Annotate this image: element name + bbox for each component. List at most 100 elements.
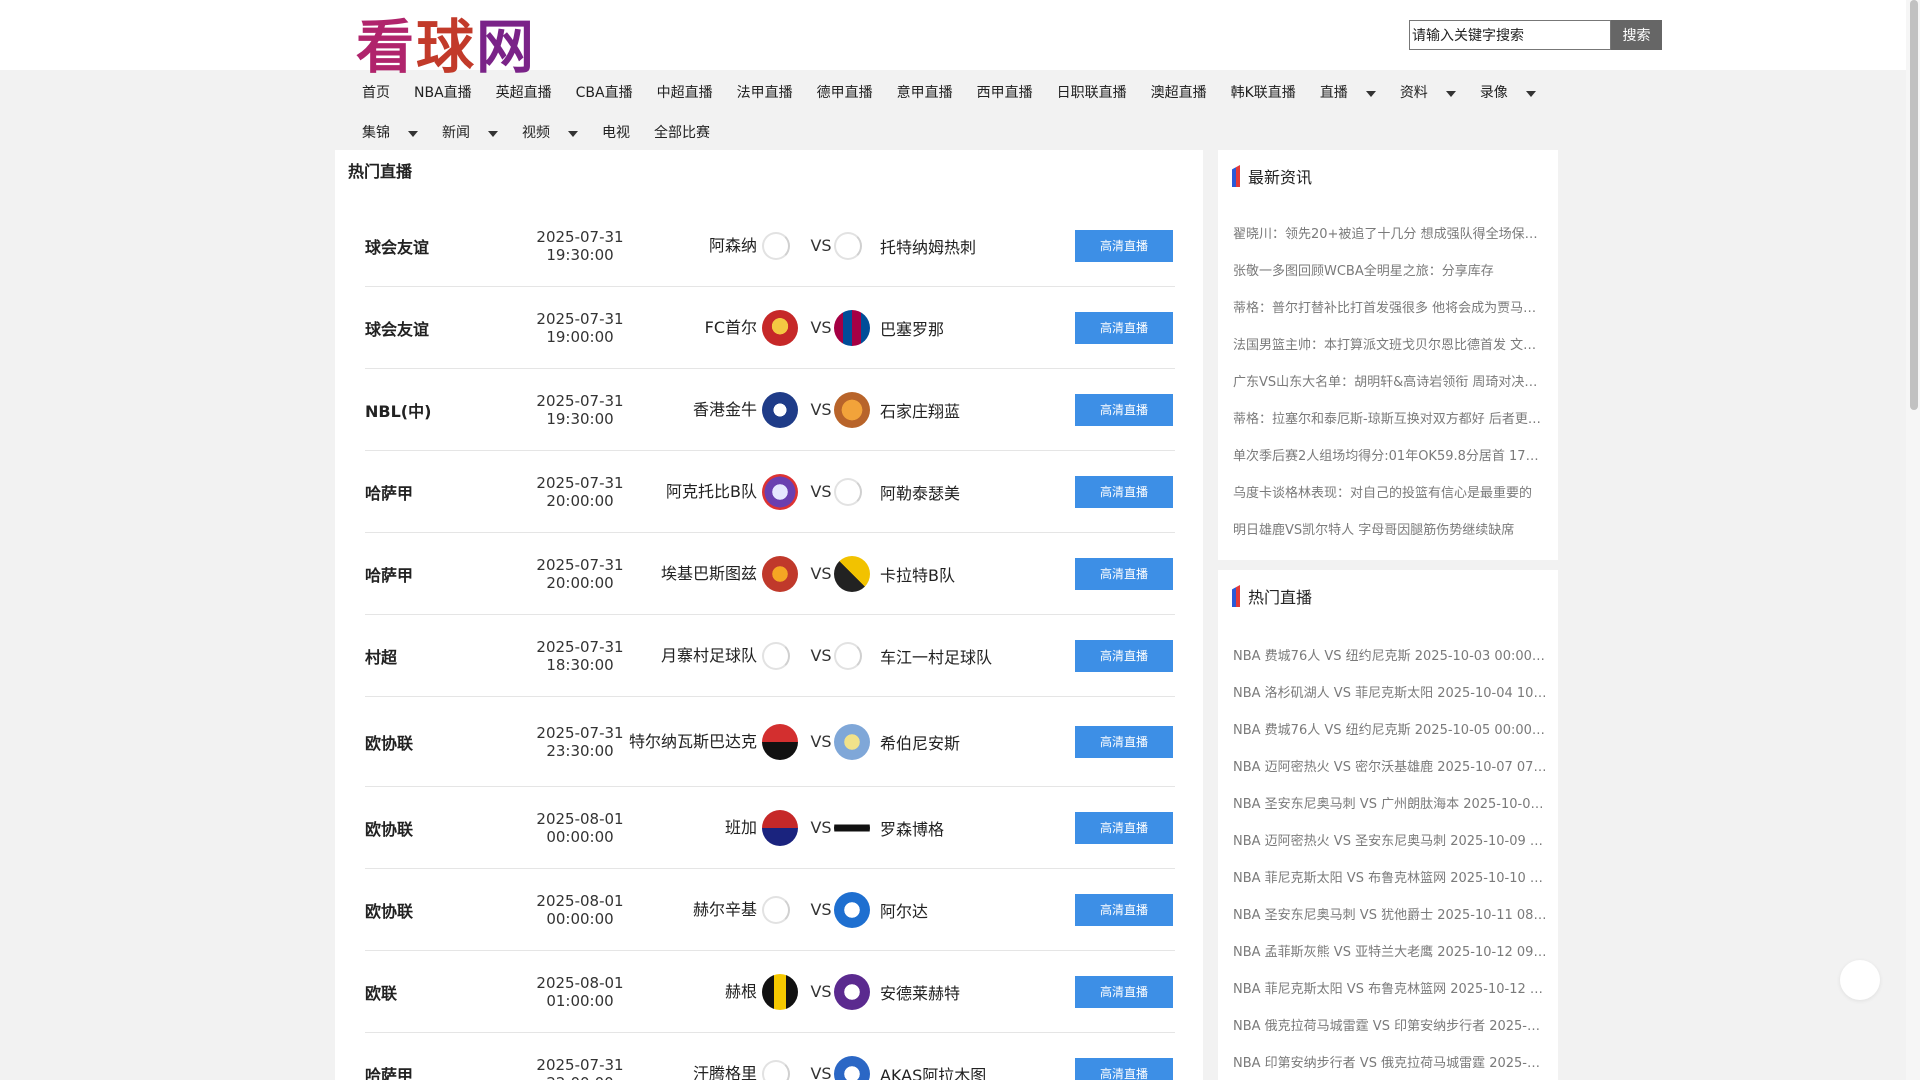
home-team[interactable]: 赫尔辛基: [627, 869, 757, 950]
vs-label: VS: [810, 318, 832, 337]
caret-down-icon: [488, 130, 498, 137]
match-clock: 01:00:00: [546, 991, 614, 1010]
match-clock: 23:30:00: [546, 741, 614, 760]
nav-item[interactable]: 直播: [1308, 82, 1388, 102]
search-button[interactable]: 搜索: [1611, 20, 1662, 50]
nav-item-label: 集锦: [362, 125, 390, 141]
nav-item[interactable]: 法甲直播: [725, 82, 805, 102]
site-logo[interactable]: 看球网: [356, 14, 546, 80]
nav-item[interactable]: 电视: [590, 122, 642, 142]
caret-down-icon: [1525, 90, 1536, 97]
nav-item[interactable]: 日职联直播: [1045, 82, 1139, 102]
side-list-link[interactable]: NBA 菲尼克斯太阳 VS 布鲁克林篮网 2025-10-10 21:00:00: [1233, 860, 1548, 897]
match-time: 2025-08-01 01:00:00: [525, 951, 635, 1032]
hd-live-button[interactable]: 高清直播: [1075, 229, 1173, 262]
side-list-link[interactable]: NBA 俄克拉荷马城雷霆 VS 印第安纳步行者 2025-10-13 08:00…: [1233, 1008, 1548, 1045]
page-scrollbar[interactable]: [1906, 0, 1920, 1080]
home-team[interactable]: FC首尔: [627, 287, 757, 368]
hd-live-button[interactable]: 高清直播: [1075, 639, 1173, 672]
side-list-link[interactable]: NBA 迈阿密热火 VS 圣安东尼奥马刺 2025-10-09 08:00:00: [1233, 823, 1548, 860]
away-team-crest-icon: [834, 723, 870, 760]
search-input[interactable]: [1409, 20, 1611, 50]
side-list-link[interactable]: 法国男篮主帅：本打算派文班戈贝尔恩比德首发 文班却拒绝了: [1233, 327, 1548, 364]
away-team[interactable]: 卡拉特B队: [880, 533, 955, 614]
side-list-link[interactable]: NBA 费城76人 VS 纽约尼克斯 2025-10-05 00:00:00: [1233, 712, 1548, 749]
home-team-crest-icon: [762, 895, 790, 924]
hd-live-button[interactable]: 高清直播: [1075, 557, 1173, 590]
away-team[interactable]: AKAS阿拉木图: [880, 1033, 986, 1080]
nav-item[interactable]: 新闻: [430, 122, 510, 142]
hd-live-button[interactable]: 高清直播: [1075, 1057, 1173, 1080]
home-team[interactable]: 埃基巴斯图兹: [627, 533, 757, 614]
away-team[interactable]: 希伯尼安斯: [880, 697, 960, 786]
side-list-link[interactable]: NBA 迈阿密热火 VS 密尔沃基雄鹿 2025-10-07 07:30:00: [1233, 749, 1548, 786]
nav-item[interactable]: 韩K联直播: [1219, 82, 1308, 102]
side-list-link[interactable]: 广东VS山东大名单：胡明轩&高诗岩领衔 周琦对决陶汉林: [1233, 364, 1548, 401]
nav-item[interactable]: 中超直播: [645, 82, 725, 102]
nav-item-label: 韩K联直播: [1230, 85, 1296, 101]
away-team[interactable]: 安德莱赫特: [880, 951, 960, 1032]
side-list-link[interactable]: 翟晓川：领先20+被追了十几分 想成强队得全场保持专注: [1233, 216, 1548, 253]
nav-item[interactable]: 西甲直播: [965, 82, 1045, 102]
home-team[interactable]: 班加: [627, 787, 757, 868]
away-team[interactable]: 阿勒泰瑟美: [880, 451, 960, 532]
side-list-link[interactable]: 单次季后赛2人组场均得分:01年OK59.8分居首 17杜库第二: [1233, 438, 1548, 475]
away-team[interactable]: 阿尔达: [880, 869, 928, 950]
home-team-crest-icon: [762, 1059, 790, 1080]
side-list-link[interactable]: NBA 费城76人 VS 纽约尼克斯 2025-10-03 00:00:00: [1233, 638, 1548, 675]
side-list-link[interactable]: 蒂格：拉塞尔和泰厄斯-琼斯互换对双方都好 后者更适合快船: [1233, 401, 1548, 438]
side-list-link[interactable]: 乌度卡谈格林表现：对自己的投篮有信心是最重要的: [1233, 475, 1548, 512]
hd-live-button[interactable]: 高清直播: [1075, 893, 1173, 926]
side-list-link[interactable]: NBA 菲尼克斯太阳 VS 布鲁克林篮网 2025-10-12 21:00:00: [1233, 971, 1548, 1008]
side-list-link[interactable]: NBA 圣安东尼奥马刺 VS 犹他爵士 2025-10-11 08:00:00: [1233, 897, 1548, 934]
nav-item[interactable]: 全部比赛: [642, 122, 722, 142]
league-name: 欧协联: [365, 901, 414, 921]
nav-item[interactable]: 资料: [1388, 82, 1468, 102]
home-team[interactable]: 香港金牛: [627, 369, 757, 450]
nav-item[interactable]: 录像: [1468, 82, 1548, 102]
vs-label: VS: [810, 236, 832, 255]
nav-item[interactable]: NBA直播: [402, 82, 484, 102]
home-team-crest-icon: [762, 641, 790, 670]
hd-live-button[interactable]: 高清直播: [1075, 975, 1173, 1008]
side-list-link[interactable]: 蒂格：普尔打替补比打首发强很多 他将会成为贾马尔的替身: [1233, 290, 1548, 327]
side-list-link[interactable]: NBA 圣安东尼奥马刺 VS 广州朗肽海本 2025-10-07 11:30:0…: [1233, 786, 1548, 823]
match-time: 2025-07-31 23:30:00: [525, 697, 635, 786]
nav-row-2: 集锦 新闻 视频 电视 全部比赛: [350, 112, 1570, 152]
home-team[interactable]: 阿克托比B队: [627, 451, 757, 532]
home-team[interactable]: 汗腾格里: [627, 1033, 757, 1080]
hd-live-button[interactable]: 高清直播: [1075, 475, 1173, 508]
side-list-link[interactable]: NBA 印第安纳步行者 VS 俄克拉荷马城雷霆 2025-10-14 08:00…: [1233, 1045, 1548, 1080]
hd-live-button[interactable]: 高清直播: [1075, 393, 1173, 426]
nav-item[interactable]: 英超直播: [484, 82, 564, 102]
side-list-link[interactable]: 明日雄鹿VS凯尔特人 字母哥因腿筋伤势继续缺席: [1233, 512, 1548, 549]
nav-item[interactable]: 集锦: [350, 122, 430, 142]
away-team[interactable]: 托特纳姆热刺: [880, 205, 976, 286]
nav-item[interactable]: 澳超直播: [1139, 82, 1219, 102]
home-team[interactable]: 特尔纳瓦斯巴达克: [627, 697, 757, 786]
hd-live-button[interactable]: 高清直播: [1075, 725, 1173, 758]
nav-item[interactable]: 首页: [350, 82, 402, 102]
away-team[interactable]: 石家庄翔蓝: [880, 369, 960, 450]
scrollbar-thumb[interactable]: [1910, 0, 1918, 410]
panel-title: 热门直播: [348, 162, 413, 181]
nav-item[interactable]: 德甲直播: [805, 82, 885, 102]
side-list-link[interactable]: NBA 洛杉矶湖人 VS 菲尼克斯太阳 2025-10-04 10:00:00: [1233, 675, 1548, 712]
back-to-top-button[interactable]: [1840, 960, 1880, 1000]
nav-item[interactable]: 视频: [510, 122, 590, 142]
league-name: 欧协联: [365, 733, 414, 753]
away-team[interactable]: 罗森博格: [880, 787, 944, 868]
home-team[interactable]: 月寨村足球队: [627, 615, 757, 696]
nav-item[interactable]: 意甲直播: [885, 82, 965, 102]
home-team[interactable]: 阿森纳: [627, 205, 757, 286]
home-team[interactable]: 赫根: [627, 951, 757, 1032]
match-date: 2025-08-01: [536, 891, 624, 910]
nav-item[interactable]: CBA直播: [564, 82, 645, 102]
hd-live-button[interactable]: 高清直播: [1075, 311, 1173, 344]
hd-live-button[interactable]: 高清直播: [1075, 811, 1173, 844]
away-team[interactable]: 车江一村足球队: [880, 615, 992, 696]
side-list-link[interactable]: NBA 孟菲斯灰熊 VS 亚特兰大老鹰 2025-10-12 09:00:00: [1233, 934, 1548, 971]
away-team[interactable]: 巴塞罗那: [880, 287, 944, 368]
side-list-link[interactable]: 张敬一多图回顾WCBA全明星之旅：分享库存: [1233, 253, 1548, 290]
nav-item-label: 首页: [362, 85, 390, 101]
